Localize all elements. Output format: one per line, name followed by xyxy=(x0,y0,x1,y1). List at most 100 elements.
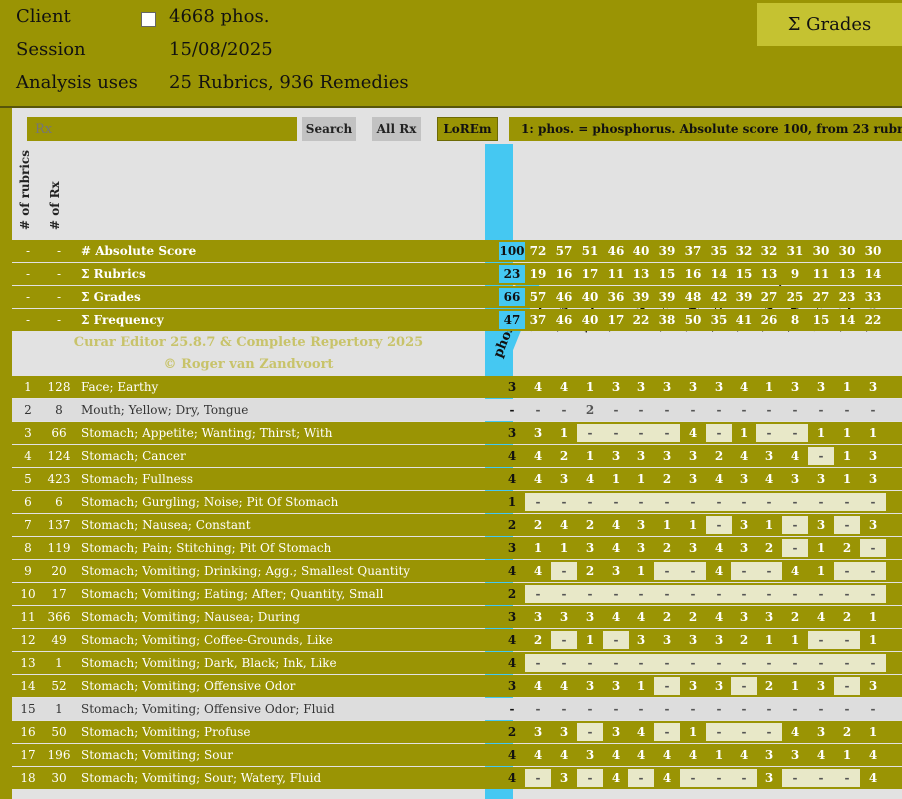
rubric-name[interactable]: Stomach; Vomiting; Eating; After; Quanti… xyxy=(81,583,491,605)
grade-cell: - xyxy=(638,702,644,716)
rubric-number: 12 xyxy=(20,633,36,647)
rubric-row[interactable]: 12 49 Stomach; Vomiting; Coffee-Grounds, L… xyxy=(12,629,902,651)
rx-search-input[interactable] xyxy=(27,117,297,141)
rubric-name[interactable]: Stomach; Vomiting; Offensive Odor; Fluid xyxy=(81,698,491,720)
summary-value: 9 xyxy=(790,267,800,281)
grade-cell: 3 xyxy=(816,518,826,532)
rx-count-header[interactable]: # of Rx xyxy=(48,181,62,230)
grade-cell: - xyxy=(613,702,619,716)
rubric-rx-count: 423 xyxy=(47,472,71,486)
grade-cell: - xyxy=(706,723,732,741)
rubric-row[interactable]: 5 423 Stomach; Fullness 4 4 3 4 1 1 2 3 4 3 4 3 3 1 3 xyxy=(12,468,902,490)
rubric-name[interactable]: Stomach; Gurgling; Noise; Pit Of Stomach xyxy=(81,491,491,513)
rubric-row[interactable]: 1 128 Face; Earthy 3 4 4 1 3 3 3 3 3 4 1 3 3 1 3 xyxy=(12,376,902,398)
rubric-name[interactable]: Stomach; Vomiting; Dark, Black; Ink, Lik… xyxy=(81,652,491,674)
rubric-name[interactable]: Stomach; Vomiting; Drinking; Agg.; Small… xyxy=(81,560,491,582)
grade-cell: - xyxy=(561,403,567,417)
rubric-name[interactable]: Face; Earthy xyxy=(81,376,491,398)
rubric-row[interactable]: 18 30 Stomach; Vomiting; Sour; Watery, Flu… xyxy=(12,767,902,789)
rubric-name[interactable]: Stomach; Nausea; Constant xyxy=(81,514,491,536)
rubric-row[interactable]: 15 1 Stomach; Vomiting; Offensive Odor; Fl… xyxy=(12,698,902,720)
grade-cell: 1 xyxy=(559,541,569,555)
grade-cell: 4 xyxy=(739,380,749,394)
grade-cell: 3 xyxy=(714,679,724,693)
rubric-name[interactable]: Stomach; Vomiting; Profuse xyxy=(81,721,491,743)
summary-value: 39 xyxy=(632,290,650,304)
grade-cell: 4 xyxy=(559,748,569,762)
summary-value: 40 xyxy=(632,244,650,258)
rubric-name[interactable]: Stomach; Appetite; Wanting; Thirst; With xyxy=(81,422,491,444)
grade-cell: 4 xyxy=(816,748,826,762)
grade-cell: 4 xyxy=(559,679,569,693)
lorem-button[interactable]: LoREm xyxy=(437,117,498,141)
grade-cell: 3 xyxy=(636,449,646,463)
summary-value: 35 xyxy=(710,313,728,327)
rubric-row[interactable]: 11 366 Stomach; Vomiting; Nausea; During 3 3… xyxy=(12,606,902,628)
rubric-row[interactable]: 4 124 Stomach; Cancer 4 4 2 1 3 3 3 3 2 4 3 4-1 3 xyxy=(12,445,902,467)
summary-value: 8 xyxy=(790,313,800,327)
grade-cell: - xyxy=(525,769,551,787)
rubric-name[interactable]: Mouth; Yellow; Dry, Tongue xyxy=(81,399,491,421)
grade-cell: 3 xyxy=(559,725,569,739)
grade-cell: 3 xyxy=(764,771,774,785)
grade-cell: - xyxy=(731,654,757,672)
grade-cell: - xyxy=(844,403,850,417)
phos-grade: 3 xyxy=(507,426,517,440)
summary-value: 23 xyxy=(499,265,525,283)
grade-cell: 3 xyxy=(790,380,800,394)
dash: - xyxy=(25,244,31,258)
grade-cell: 2 xyxy=(533,518,543,532)
rubric-row[interactable]: 7 137 Stomach; Nausea; Constant 2 2 4 2 4 3 1 1-3 1… xyxy=(12,514,902,536)
search-button[interactable]: Search xyxy=(302,117,356,141)
grade-cell: 4 xyxy=(868,771,878,785)
grade-cell: 3 xyxy=(662,633,672,647)
summary-value: 17 xyxy=(607,313,625,327)
grade-cell: - xyxy=(525,654,551,672)
summary-value: 14 xyxy=(838,313,856,327)
client-checkbox[interactable] xyxy=(141,12,156,27)
rubric-name[interactable]: Stomach; Vomiting; Nausea; During xyxy=(81,606,491,628)
grade-cell: 2 xyxy=(559,449,569,463)
rubric-row[interactable]: 17 196 Stomach; Vomiting; Sour 4 4 4 3 4 4 4 4 1 4 3 3… xyxy=(12,744,902,766)
grade-cell: 1 xyxy=(816,564,826,578)
rubric-row[interactable]: 6 6 Stomach; Gurgling; Noise; Pit Of Stoma… xyxy=(12,491,902,513)
grade-cell: 4 xyxy=(790,564,800,578)
grade-cell: 4 xyxy=(533,472,543,486)
summary-value: 37 xyxy=(529,313,547,327)
rubric-row[interactable]: 3 66 Stomach; Appetite; Wanting; Thirst; W… xyxy=(12,422,902,444)
grade-cell: - xyxy=(756,585,782,603)
grade-cell: 1 xyxy=(585,633,595,647)
grade-cell: 1 xyxy=(739,426,749,440)
summary-value: 30 xyxy=(838,244,856,258)
rubric-row[interactable]: 14 52 Stomach; Vomiting; Offensive Odor 3 4 4… xyxy=(12,675,902,697)
rubric-row[interactable]: 2 8 Mouth; Yellow; Dry, Tongue - - - 2 - - - - - - - -… xyxy=(12,399,902,421)
rubric-number: 9 xyxy=(24,564,32,578)
rubric-name[interactable]: Stomach; Fullness xyxy=(81,468,491,490)
rubric-name[interactable]: Stomach; Vomiting; Coffee-Grounds, Like xyxy=(81,629,491,651)
grade-cell: - xyxy=(834,654,860,672)
rubric-row[interactable]: 16 50 Stomach; Vomiting; Profuse 2 3 3-3 4-1- -… xyxy=(12,721,902,743)
sum-grades-button[interactable]: Σ Grades xyxy=(757,3,902,46)
rubric-row[interactable]: 13 1 Stomach; Vomiting; Dark, Black; Ink, … xyxy=(12,652,902,674)
rubric-name[interactable]: Stomach; Vomiting; Sour xyxy=(81,744,491,766)
grade-cell: - xyxy=(561,702,567,716)
rubric-row[interactable]: 9 20 Stomach; Vomiting; Drinking; Agg.; Sm… xyxy=(12,560,902,582)
grade-cell: - xyxy=(731,677,757,695)
grade-cell: - xyxy=(782,539,808,557)
rubric-rx-count: 124 xyxy=(47,449,71,463)
rubrics-count-header[interactable]: # of rubrics xyxy=(18,150,32,230)
rubric-row[interactable]: 8 119 Stomach; Pain; Stitching; Pit Of Sto… xyxy=(12,537,902,559)
grade-cell: 3 xyxy=(662,380,672,394)
rubric-name[interactable]: Stomach; Vomiting; Sour; Watery, Fluid xyxy=(81,767,491,789)
rubric-name[interactable]: Stomach; Vomiting; Offensive Odor xyxy=(81,675,491,697)
grade-cell: - xyxy=(551,585,577,603)
grade-cell: 3 xyxy=(790,472,800,486)
grade-cell: - xyxy=(680,493,706,511)
grade-cell: - xyxy=(706,424,732,442)
rubric-name[interactable]: Stomach; Pain; Stitching; Pit Of Stomach xyxy=(81,537,491,559)
left-strip xyxy=(0,108,12,799)
all-rx-button[interactable]: All Rx xyxy=(372,117,421,141)
rubric-name[interactable]: Stomach; Cancer xyxy=(81,445,491,467)
rubric-row[interactable]: 10 17 Stomach; Vomiting; Eating; After; Qu… xyxy=(12,583,902,605)
grade-cell: - xyxy=(551,654,577,672)
